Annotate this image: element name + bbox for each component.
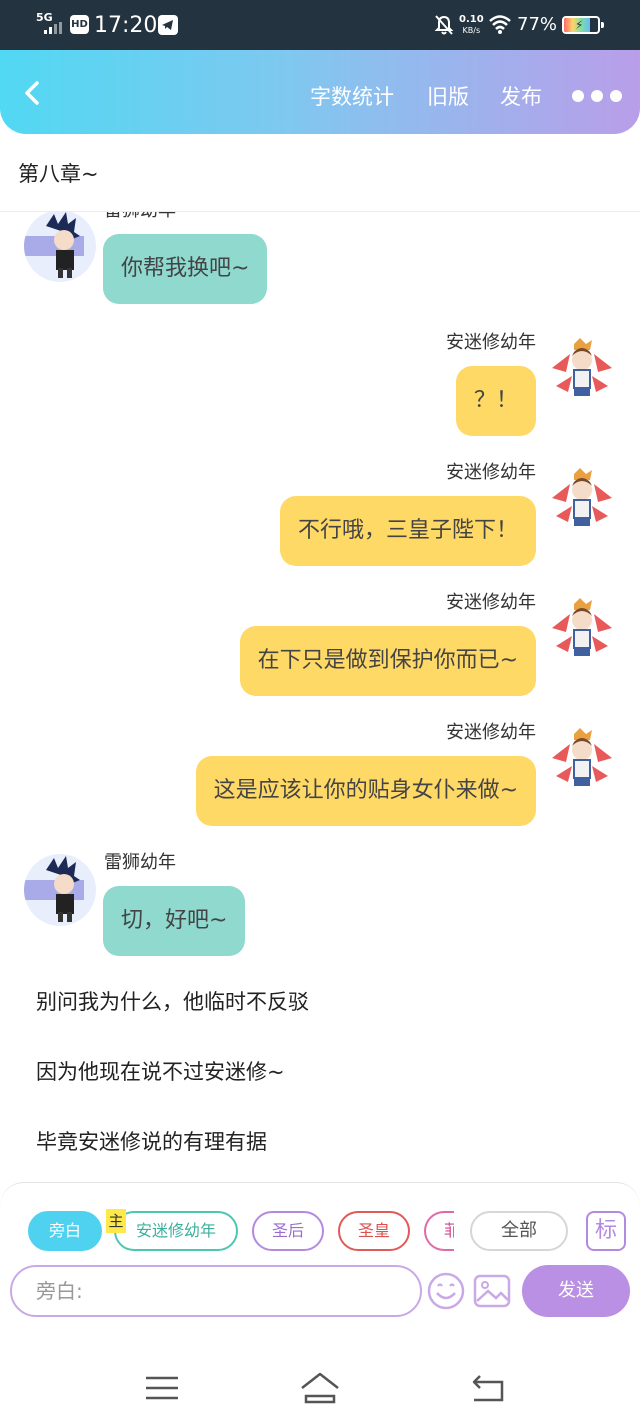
- message-bubble[interactable]: ？！: [455, 366, 536, 436]
- role-selector: 旁白 安迷修幼年 主 圣后 圣皇 菲 全部 标: [0, 1183, 640, 1273]
- system-nav-bar: [0, 1346, 640, 1427]
- hd-icon: HD: [70, 15, 89, 34]
- clock: 17:20: [94, 13, 158, 38]
- chat-message: 安迷修幼年 ？！: [0, 328, 640, 438]
- narration-line[interactable]: 别问我为什么，他临时不反驳: [36, 988, 309, 1016]
- chat-message: 雷狮幼年 切，好吧~: [0, 848, 640, 968]
- sender-name: 雷狮幼年: [104, 852, 176, 873]
- avatar-anmixiu[interactable]: [546, 332, 618, 404]
- main-role-tag: 主: [106, 1209, 126, 1233]
- telegram-icon: [158, 15, 178, 35]
- net-speed-unit: KB/s: [462, 26, 481, 35]
- chat-message: 雷狮幼年 你帮我换吧~: [0, 212, 640, 308]
- chat-message: 安迷修幼年 不行哦，三皇子陛下！: [0, 458, 640, 568]
- chevron-left-icon[interactable]: [14, 74, 52, 112]
- role-chip-anmixiu[interactable]: 安迷修幼年: [114, 1211, 238, 1251]
- avatar-leishi[interactable]: [24, 854, 96, 926]
- dialogue-input[interactable]: 旁白:: [10, 1265, 422, 1317]
- mark-button[interactable]: 标: [586, 1211, 626, 1251]
- send-button[interactable]: 发送: [522, 1265, 630, 1317]
- message-bubble[interactable]: 不行哦，三皇子陛下！: [279, 496, 536, 566]
- role-chip-narrator[interactable]: 旁白: [28, 1211, 102, 1251]
- back-icon[interactable]: [466, 1370, 510, 1406]
- more-dots-icon[interactable]: [570, 90, 624, 104]
- role-chip-emperor[interactable]: 圣皇: [338, 1211, 410, 1251]
- avatar-anmixiu[interactable]: [546, 592, 618, 664]
- sender-name: 雷狮幼年: [104, 212, 176, 222]
- narration-line[interactable]: 毕竟安迷修说的有理有据: [36, 1128, 267, 1156]
- top-toolbar: 字数统计 旧版 发布: [0, 50, 640, 134]
- role-chip-partial[interactable]: 菲: [424, 1211, 454, 1251]
- message-bubble[interactable]: 在下只是做到保护你而已~: [239, 626, 536, 696]
- old-version-button[interactable]: 旧版: [427, 84, 469, 110]
- chat-message: 安迷修幼年 这是应该让你的贴身女仆来做~: [0, 718, 640, 828]
- message-bubble[interactable]: 你帮我换吧~: [103, 234, 268, 304]
- sender-name: 安迷修幼年: [446, 462, 536, 483]
- battery-percent: 77%: [517, 14, 558, 35]
- publish-button[interactable]: 发布: [500, 84, 542, 110]
- menu-icon[interactable]: [140, 1370, 184, 1406]
- battery-tip: [601, 22, 604, 28]
- avatar-leishi[interactable]: [24, 212, 96, 282]
- net-speed: 0.10 KB/s: [459, 14, 484, 36]
- chapter-title[interactable]: 第八章~: [18, 160, 99, 188]
- wifi-icon: [488, 14, 512, 34]
- net-speed-value: 0.10: [459, 14, 484, 25]
- sender-name: 安迷修幼年: [446, 722, 536, 743]
- word-count-button[interactable]: 字数统计: [310, 84, 394, 110]
- status-bar: 5G HD 17:20 0.10 KB/s 77% ⚡: [0, 0, 640, 50]
- sender-name: 安迷修幼年: [446, 332, 536, 353]
- message-bubble[interactable]: 这是应该让你的贴身女仆来做~: [195, 756, 536, 826]
- avatar-anmixiu[interactable]: [546, 722, 618, 794]
- home-icon[interactable]: [298, 1370, 342, 1406]
- image-icon[interactable]: [472, 1271, 512, 1311]
- emoji-icon[interactable]: [426, 1271, 466, 1311]
- message-bubble[interactable]: 切，好吧~: [103, 886, 246, 956]
- battery-icon: ⚡: [562, 16, 600, 34]
- avatar-anmixiu[interactable]: [546, 462, 618, 534]
- narration-line[interactable]: 因为他现在说不过安迷修~: [36, 1058, 285, 1086]
- chat-area[interactable]: 雷狮幼年 你帮我换吧~ 安迷修幼年 ？！ 安迷修幼年 不行哦，三皇子陛下！ 安迷…: [0, 212, 640, 1187]
- chat-message: 安迷修幼年 在下只是做到保护你而已~: [0, 588, 640, 698]
- sender-name: 安迷修幼年: [446, 592, 536, 613]
- mute-icon: [434, 14, 454, 36]
- role-chip-all[interactable]: 全部: [470, 1211, 568, 1251]
- chapter-header: 第八章~: [0, 134, 640, 212]
- signal-icon: [44, 22, 66, 34]
- charging-icon: ⚡: [575, 18, 584, 32]
- role-chip-empress[interactable]: 圣后: [252, 1211, 324, 1251]
